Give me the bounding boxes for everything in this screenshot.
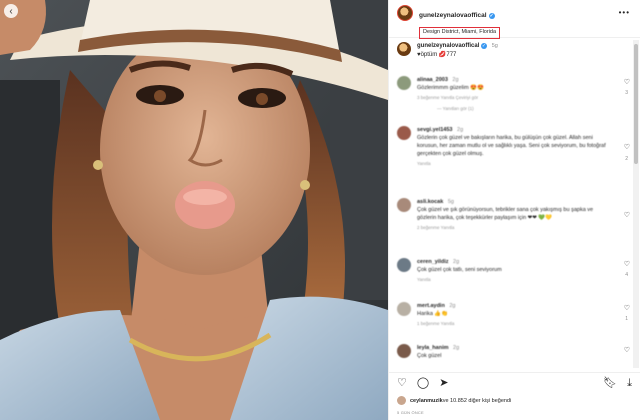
comment-text: Gözlerimmm güzelim 😍😍	[417, 85, 484, 91]
view-replies-link[interactable]: — Yanıtları gör (1)	[437, 106, 612, 111]
comment-avatar[interactable]	[397, 76, 411, 90]
verified-icon: ✓	[488, 13, 495, 20]
comment-meta[interactable]: 2 beğenme Yanıtla	[417, 225, 612, 230]
post-date: 5 GÜN ÖNCE	[397, 410, 424, 415]
caption-time: 5g	[491, 43, 498, 49]
liker-username[interactable]: ceylanmuzik	[410, 398, 443, 404]
caption-username[interactable]: gunelzeynalovaoffical	[417, 43, 479, 49]
comment-meta[interactable]: 1 beğenme Yanıtla	[417, 321, 612, 326]
caption-text: ♥öptüm 💋777	[417, 51, 457, 58]
comment-like-heart-icon[interactable]: ♡	[624, 79, 630, 86]
comment-like-heart-icon[interactable]: ♡	[624, 261, 630, 268]
comment-time: 2g	[457, 127, 464, 133]
comment-avatar[interactable]	[397, 126, 411, 140]
post-viewer: ‹ gunelzeynalovaoffical ✓ Design Distric…	[0, 0, 640, 420]
share-icon[interactable]: ➤	[439, 378, 448, 389]
verified-icon: ✓	[481, 43, 488, 49]
comment-item: asli.kocak 5g Çok güzel ve şık görünüyor…	[397, 198, 632, 258]
comment-item: mert.aydin 2g Harika 👍👏 1 beğenme Yanıtl…	[397, 302, 632, 344]
comment-username[interactable]: asli.kocak	[417, 199, 443, 205]
comment-meta[interactable]: Yanıtla	[417, 161, 612, 166]
comment-time: 5g	[447, 199, 454, 205]
comment-text: Çok güzel ve şık görünüyorsun, tebrikler…	[417, 207, 594, 221]
comment-avatar[interactable]	[397, 198, 411, 212]
comment-like-heart-icon[interactable]: ♡	[624, 212, 630, 219]
comment-text: Çok güzel	[417, 353, 442, 359]
location-link[interactable]: Design District, Miami, Florida	[419, 27, 501, 39]
post-details-panel: gunelzeynalovaoffical ✓ Design District,…	[388, 0, 640, 420]
comment-time: 2g	[453, 259, 460, 265]
comment-text: Gözlerin çok güzel ve bakışların harika,…	[417, 135, 606, 157]
username-row: gunelzeynalovaoffical ✓	[419, 12, 495, 20]
comment-avatar[interactable]	[397, 344, 411, 358]
comment-meta[interactable]: 3 beğenme Yanıtla Çeviriyi gör	[417, 95, 612, 100]
comment-like-heart-icon[interactable]: ♡	[624, 347, 630, 354]
heart-icon[interactable]: ♡	[397, 378, 407, 389]
bookmark-icon[interactable]: 🔖︎	[603, 378, 617, 389]
comment-item: ceren_yildiz 2g Çok güzel çok tatlı, sen…	[397, 258, 632, 302]
comment-like-count: 1	[625, 316, 628, 322]
liker-avatar[interactable]	[397, 396, 406, 405]
caption-body: gunelzeynalovaoffical ✓ 5g ♥öptüm 💋777	[417, 42, 498, 59]
comment-avatar[interactable]	[397, 258, 411, 272]
prev-arrow-icon[interactable]: ‹	[4, 4, 18, 18]
comment-like-count: 4	[625, 272, 628, 278]
post-photo[interactable]: ‹	[0, 0, 388, 420]
comment-like-heart-icon[interactable]: ♡	[624, 144, 630, 151]
comment-text: Çok güzel çok tatlı, seni seviyorum	[417, 267, 502, 273]
comment-username[interactable]: leyla_hanim	[417, 345, 449, 351]
comments-list[interactable]: gunelzeynalovaoffical ✓ 5g ♥öptüm 💋777 a…	[389, 38, 640, 370]
comment-meta[interactable]: Yanıtla	[417, 277, 612, 282]
likes-summary: ceylanmuzik ve 10.852 diğer kişi beğendi	[397, 396, 511, 405]
comment-time: 2g	[449, 303, 456, 309]
scrollbar-thumb[interactable]	[634, 44, 638, 164]
comment-time: 2g	[453, 345, 460, 351]
download-icon[interactable]: ⤓	[627, 378, 632, 389]
username-link[interactable]: gunelzeynalovaoffical	[419, 12, 487, 20]
comment-icon[interactable]: ◯	[417, 378, 429, 389]
caption-avatar[interactable]	[397, 42, 411, 56]
comment-time: 2g	[452, 77, 459, 83]
comment-username[interactable]: sevgi.yel1453	[417, 127, 452, 133]
more-options-icon[interactable]: •••	[619, 8, 630, 17]
comments-scrollbar[interactable]	[633, 40, 639, 368]
header-text: gunelzeynalovaoffical ✓ Design District,…	[419, 5, 501, 39]
action-bar: ♡ ◯ ➤ 🔖︎ ⤓	[389, 372, 640, 394]
post-header: gunelzeynalovaoffical ✓ Design District,…	[389, 0, 640, 39]
avatar[interactable]	[397, 5, 413, 21]
comment-username[interactable]: mert.aydin	[417, 303, 445, 309]
comment-username[interactable]: alinaa_2003	[417, 77, 448, 83]
comment-item: leyla_hanim 2g Çok güzel ♡	[397, 344, 632, 368]
photo-image	[0, 0, 388, 420]
comment-avatar[interactable]	[397, 302, 411, 316]
comment-username[interactable]: ceren_yildiz	[417, 259, 449, 265]
comment-item: sevgi.yel1453 2g Gözlerin çok güzel ve b…	[397, 126, 632, 198]
comment-item: alinaa_2003 2g Gözlerimmm güzelim 😍😍 3 b…	[397, 76, 632, 122]
comment-like-heart-icon[interactable]: ♡	[624, 305, 630, 312]
comment-text: Harika 👍👏	[417, 311, 449, 317]
likes-text[interactable]: ve 10.852 diğer kişi beğendi	[443, 398, 512, 404]
comment-like-count: 2	[625, 156, 628, 162]
caption: gunelzeynalovaoffical ✓ 5g ♥öptüm 💋777	[397, 38, 632, 76]
comment-like-count: 3	[625, 90, 628, 96]
